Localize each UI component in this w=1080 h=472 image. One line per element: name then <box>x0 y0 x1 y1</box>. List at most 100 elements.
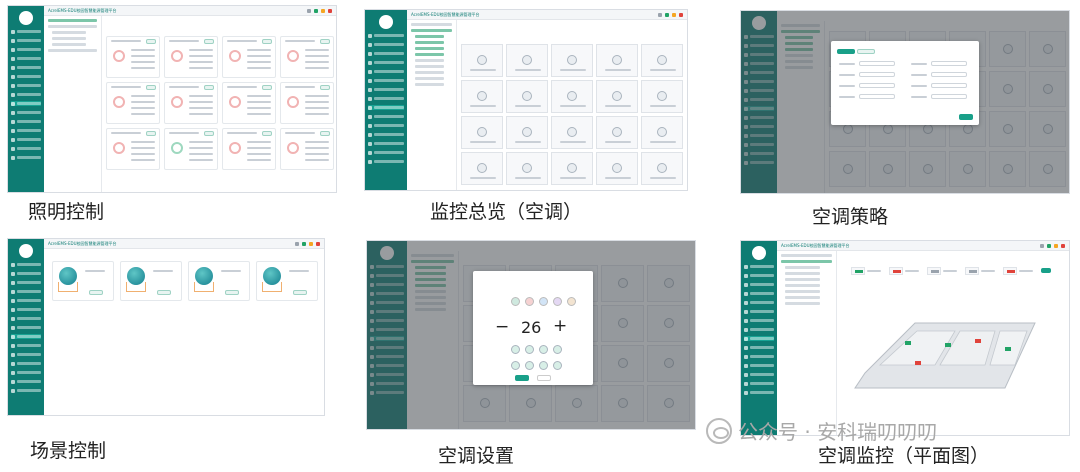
sidebar-item[interactable] <box>11 325 41 330</box>
sidebar-item[interactable] <box>11 119 41 124</box>
sidebar-item[interactable] <box>11 316 41 321</box>
sidebar-items[interactable] <box>365 33 407 164</box>
sidebar-item[interactable] <box>11 137 41 142</box>
sidebar-item[interactable] <box>744 282 774 287</box>
user-icon[interactable] <box>307 8 311 13</box>
user-icon[interactable] <box>295 241 299 246</box>
ac-fan-icon <box>657 127 667 137</box>
sidebar-item[interactable] <box>11 289 41 294</box>
confirm-button[interactable] <box>959 114 973 120</box>
sidebar-item[interactable] <box>368 87 404 92</box>
sidebar-item[interactable] <box>744 354 774 359</box>
card-value <box>189 159 213 161</box>
sidebar-item[interactable] <box>368 33 404 38</box>
sidebar-item[interactable] <box>744 327 774 332</box>
sidebar-item[interactable] <box>11 370 41 375</box>
sidebar-item[interactable] <box>744 273 774 278</box>
sidebar-item[interactable] <box>368 42 404 47</box>
sidebar-items[interactable] <box>8 262 44 393</box>
sidebar-item[interactable] <box>11 298 41 303</box>
ac-unit-label <box>515 177 541 179</box>
sidebar-item[interactable] <box>11 29 41 34</box>
ac-unit-label <box>650 177 676 179</box>
menu-icon <box>11 65 15 70</box>
sidebar-item[interactable] <box>11 388 41 393</box>
legend-ac-icon <box>1003 267 1017 275</box>
user-icon[interactable] <box>658 12 662 17</box>
sidebar-item[interactable] <box>744 264 774 269</box>
sidebar-item[interactable] <box>11 101 41 106</box>
sidebar-item[interactable] <box>368 96 404 101</box>
sidebar-item[interactable] <box>11 280 41 285</box>
sidebar-item[interactable] <box>744 309 774 314</box>
sidebar-item[interactable] <box>368 141 404 146</box>
sidebar-item[interactable] <box>368 159 404 164</box>
sidebar-item[interactable] <box>744 345 774 350</box>
sidebar-item[interactable] <box>368 114 404 119</box>
card-value <box>247 67 271 69</box>
alarm-icon[interactable] <box>321 8 325 13</box>
sidebar-items[interactable] <box>8 29 44 160</box>
sidebar-item[interactable] <box>11 343 41 348</box>
device-tree[interactable] <box>777 251 837 435</box>
sidebar-item[interactable] <box>368 60 404 65</box>
sidebar-item[interactable] <box>11 262 41 267</box>
temp-increase-button[interactable]: + <box>553 316 567 336</box>
ac-fan-icon <box>477 55 487 65</box>
sidebar-item[interactable] <box>11 379 41 384</box>
lighting-card <box>280 128 334 170</box>
sidebar-item[interactable] <box>368 51 404 56</box>
status-icon[interactable] <box>1047 243 1051 248</box>
sidebar-item[interactable] <box>11 146 41 151</box>
sidebar-item[interactable] <box>11 83 41 88</box>
cancel-button[interactable] <box>537 375 551 381</box>
sidebar-item[interactable] <box>11 56 41 61</box>
sidebar-item[interactable] <box>744 291 774 296</box>
sidebar-item[interactable] <box>11 361 41 366</box>
sidebar-item[interactable] <box>11 110 41 115</box>
sidebar-item[interactable] <box>11 307 41 312</box>
sidebar-item[interactable] <box>11 352 41 357</box>
alarm-icon[interactable] <box>309 241 313 246</box>
warning-icon[interactable] <box>679 12 683 17</box>
sidebar-item[interactable] <box>11 128 41 133</box>
status-icon[interactable] <box>302 241 306 246</box>
user-icon[interactable] <box>1040 243 1044 248</box>
status-icon[interactable] <box>314 8 318 13</box>
sidebar-item[interactable] <box>368 132 404 137</box>
sidebar-item[interactable] <box>744 300 774 305</box>
ac-unit-label <box>605 141 631 143</box>
sidebar-item[interactable] <box>744 336 774 341</box>
sidebar-item[interactable] <box>11 92 41 97</box>
device-tree[interactable] <box>407 20 457 190</box>
sidebar-item[interactable] <box>744 363 774 368</box>
sidebar-item[interactable] <box>11 74 41 79</box>
sidebar-item[interactable] <box>368 150 404 155</box>
warning-icon[interactable] <box>316 241 320 246</box>
sidebar-item[interactable] <box>11 271 41 276</box>
sidebar-item[interactable] <box>368 69 404 74</box>
sidebar-item[interactable] <box>11 334 41 339</box>
sidebar-item[interactable] <box>11 38 41 43</box>
sidebar-item[interactable] <box>744 390 774 395</box>
sidebar-item[interactable] <box>11 47 41 52</box>
warning-icon[interactable] <box>1061 243 1065 248</box>
sidebar-item[interactable] <box>368 78 404 83</box>
device-tree[interactable] <box>44 16 102 192</box>
ac-unit-label <box>605 105 631 107</box>
sidebar-item[interactable] <box>11 155 41 160</box>
caption-ac-strategy: 空调策略 <box>812 206 889 228</box>
sidebar-item[interactable] <box>11 65 41 70</box>
sidebar-item[interactable] <box>368 123 404 128</box>
sidebar-item[interactable] <box>744 381 774 386</box>
sidebar-item[interactable] <box>744 372 774 377</box>
sidebar-item[interactable] <box>368 105 404 110</box>
alarm-icon[interactable] <box>672 12 676 17</box>
warning-icon[interactable] <box>328 8 332 13</box>
sidebar-items[interactable] <box>741 264 777 395</box>
temp-decrease-button[interactable]: − <box>495 317 509 337</box>
sidebar-item[interactable] <box>744 318 774 323</box>
confirm-button[interactable] <box>515 375 529 381</box>
status-icon[interactable] <box>665 12 669 17</box>
alarm-icon[interactable] <box>1054 243 1058 248</box>
